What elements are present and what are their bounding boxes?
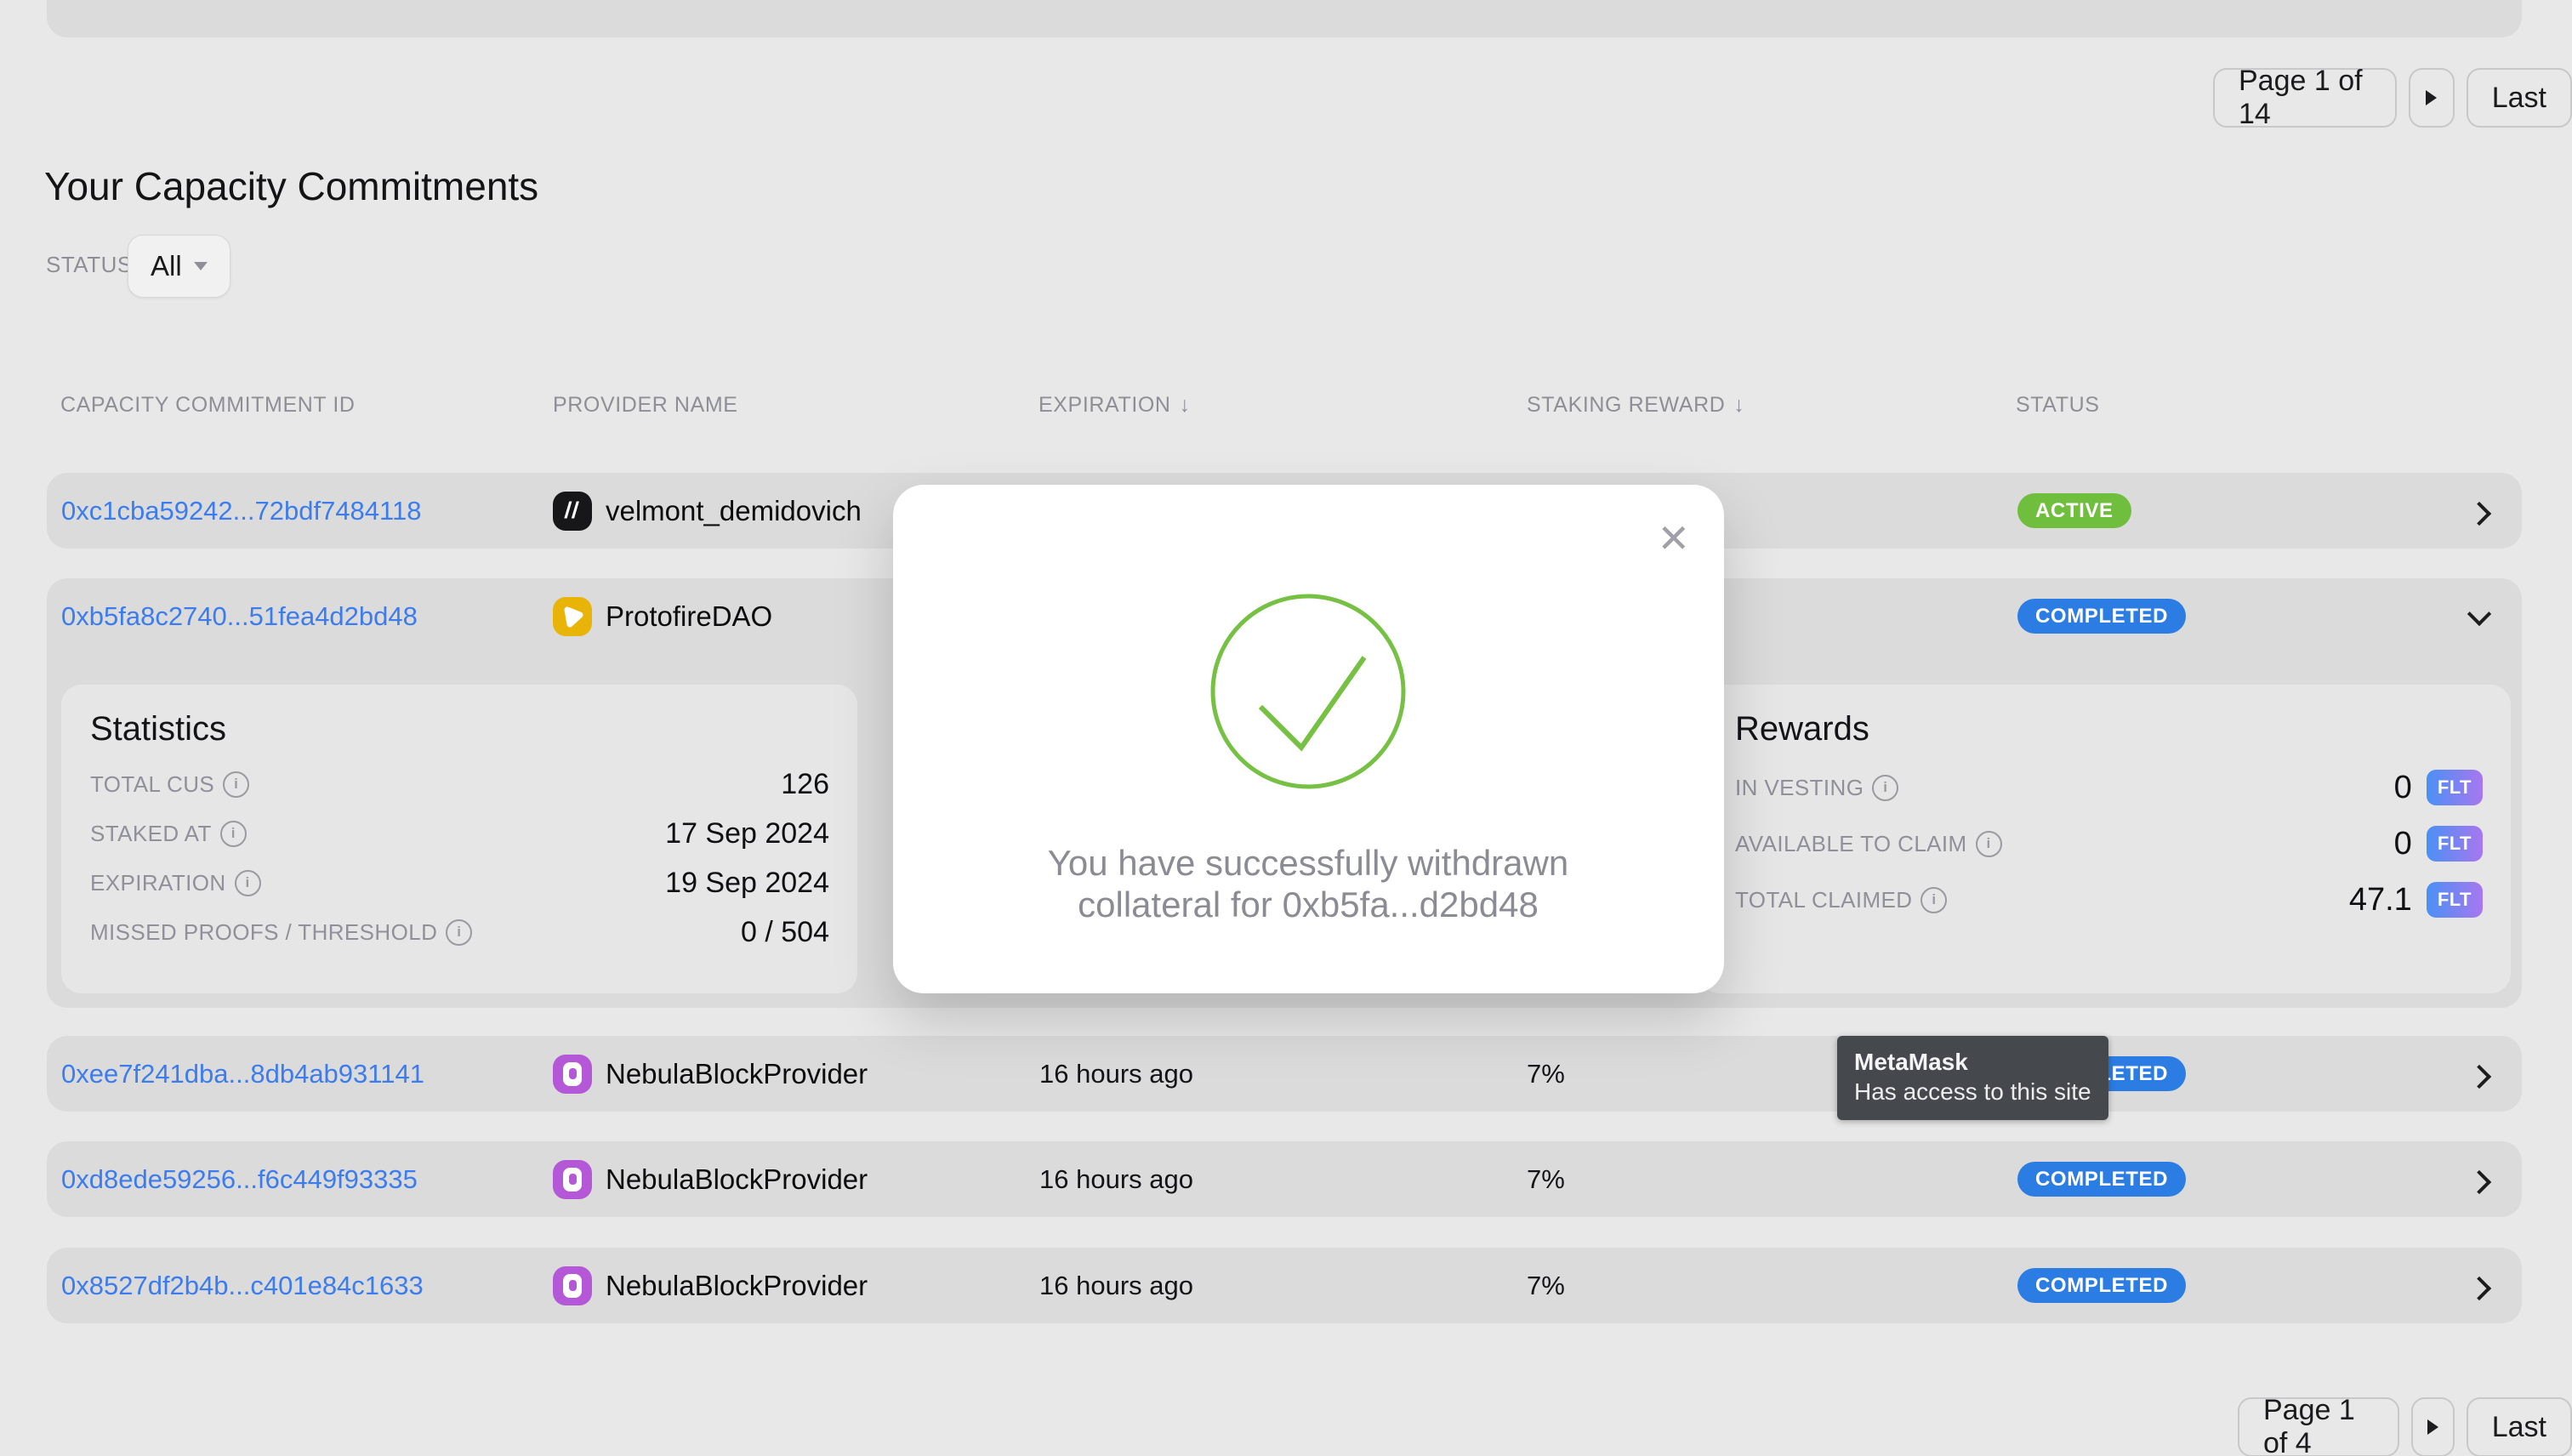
page-title: Your Capacity Commitments (44, 163, 538, 209)
column-header-provider: PROVIDER NAME (553, 393, 738, 418)
success-message: You have successfully withdrawn collater… (985, 842, 1631, 925)
commitment-id-link[interactable]: 0xd8ede59256...f6c449f93335 (61, 1164, 418, 1195)
column-header-status: STATUS (2016, 393, 2100, 418)
last-page-button[interactable]: Last (2467, 1397, 2572, 1456)
rewards-card: Rewards IN VESTINGi 0FLT AVAILABLE TO CL… (1699, 685, 2511, 993)
table-row[interactable]: 0x8527df2b4b...c401e84c1633 NebulaBlockP… (47, 1248, 2522, 1323)
staking-reward-cell: 7% (1527, 1248, 1565, 1323)
commitment-id-link[interactable]: 0x8527df2b4b...c401e84c1633 (61, 1271, 424, 1301)
statistics-card: Statistics TOTAL CUSi 126 STAKED ATi 17 … (61, 685, 857, 993)
statistics-title: Statistics (90, 710, 829, 748)
withdraw-success-modal: ✕ You have successfully withdrawn collat… (893, 485, 1724, 993)
staking-reward-cell: 7% (1527, 1036, 1565, 1112)
staking-reward-cell: 7% (1527, 1141, 1565, 1217)
rewards-title: Rewards (1735, 710, 2483, 748)
reward-row-available-to-claim: AVAILABLE TO CLAIMi 0FLT (1735, 816, 2483, 872)
status-filter-label: STATUS (46, 252, 133, 278)
expiration-cell: 16 hours ago (1039, 1248, 1193, 1323)
stat-row-missed-proofs: MISSED PROOFS / THRESHOLDi 0 / 504 (90, 907, 829, 957)
flt-token-badge: FLT (2427, 826, 2483, 862)
provider-avatar-slashes-icon: // (553, 492, 592, 531)
column-header-expiration[interactable]: EXPIRATION↓ (1038, 393, 1191, 418)
sort-desc-icon: ↓ (1733, 393, 1744, 418)
info-icon[interactable]: i (220, 821, 247, 847)
provider-avatar-square-icon (553, 1266, 592, 1305)
chevron-down-icon (194, 262, 208, 270)
info-icon[interactable]: i (1872, 775, 1898, 801)
provider-avatar-triangle-icon (553, 597, 592, 636)
chevron-right-icon[interactable] (2467, 1065, 2491, 1089)
provider-name: NebulaBlockProvider (606, 1163, 868, 1196)
next-page-icon (2426, 90, 2437, 105)
table-row[interactable]: 0xd8ede59256...f6c449f93335 NebulaBlockP… (47, 1141, 2522, 1217)
page-indicator-button[interactable]: Page 1 of 4 (2238, 1397, 2399, 1456)
info-icon[interactable]: i (1976, 831, 2002, 857)
status-badge: COMPLETED (2017, 1268, 2186, 1303)
chevron-right-icon[interactable] (2467, 1170, 2491, 1194)
reward-row-total-claimed: TOTAL CLAIMEDi 47.1FLT (1735, 872, 2483, 928)
provider-avatar-square-icon (553, 1160, 592, 1199)
provider-name: velmont_demidovich (606, 495, 862, 527)
tooltip-text: Has access to this site (1854, 1077, 2091, 1107)
expiration-cell: 16 hours ago (1039, 1141, 1193, 1217)
stat-row-total-cus: TOTAL CUSi 126 (90, 759, 829, 809)
chevron-right-icon[interactable] (2467, 502, 2491, 526)
info-icon[interactable]: i (1920, 887, 1947, 913)
column-header-staking-reward[interactable]: STAKING REWARD↓ (1527, 393, 1745, 418)
partial-row-top (47, 0, 2522, 37)
next-page-button[interactable] (2409, 68, 2455, 128)
provider-name: NebulaBlockProvider (606, 1058, 868, 1090)
provider-name: NebulaBlockProvider (606, 1270, 868, 1302)
chevron-right-icon[interactable] (2467, 1277, 2491, 1300)
stat-row-expiration: EXPIRATIONi 19 Sep 2024 (90, 858, 829, 907)
flt-token-badge: FLT (2427, 770, 2483, 805)
capacity-commitments-page: Page 1 of 14 Last Your Capacity Commitme… (0, 0, 2572, 1456)
info-icon[interactable]: i (223, 771, 249, 798)
status-badge: ACTIVE (2017, 493, 2131, 528)
last-page-button[interactable]: Last (2467, 68, 2572, 128)
status-badge: COMPLETED (2017, 599, 2186, 634)
sort-desc-icon: ↓ (1180, 393, 1191, 418)
metamask-tooltip: MetaMask Has access to this site (1837, 1036, 2108, 1120)
status-filter-dropdown[interactable]: All (128, 235, 230, 298)
stat-row-staked-at: STAKED ATi 17 Sep 2024 (90, 809, 829, 858)
bottom-pagination: Page 1 of 4 Last (2238, 1397, 2572, 1456)
status-filter-value: All (151, 250, 182, 282)
info-icon[interactable]: i (446, 919, 472, 946)
expiration-cell: 16 hours ago (1039, 1036, 1193, 1112)
chevron-down-icon[interactable] (2467, 602, 2491, 626)
commitment-id-link[interactable]: 0xee7f241dba...8db4ab931141 (61, 1059, 424, 1089)
provider-avatar-square-icon (553, 1055, 592, 1094)
provider-name: ProtofireDAO (606, 600, 772, 633)
commitment-id-link[interactable]: 0xc1cba59242...72bdf7484118 (61, 496, 421, 526)
close-icon[interactable]: ✕ (1657, 519, 1690, 558)
table-row[interactable]: 0xee7f241dba...8db4ab931141 NebulaBlockP… (47, 1036, 2522, 1112)
reward-row-in-vesting: IN VESTINGi 0FLT (1735, 759, 2483, 816)
tooltip-title: MetaMask (1854, 1047, 2091, 1077)
next-page-icon (2427, 1419, 2438, 1435)
info-icon[interactable]: i (235, 870, 261, 896)
status-badge: COMPLETED (2017, 1162, 2186, 1197)
next-page-button[interactable] (2411, 1397, 2454, 1456)
page-indicator-button[interactable]: Page 1 of 14 (2213, 68, 2397, 128)
top-pagination: Page 1 of 14 Last (2213, 68, 2572, 128)
column-header-id: CAPACITY COMMITMENT ID (60, 393, 356, 418)
flt-token-badge: FLT (2427, 882, 2483, 918)
success-check-icon (1198, 581, 1419, 806)
commitment-id-link[interactable]: 0xb5fa8c2740...51fea4d2bd48 (61, 601, 418, 632)
